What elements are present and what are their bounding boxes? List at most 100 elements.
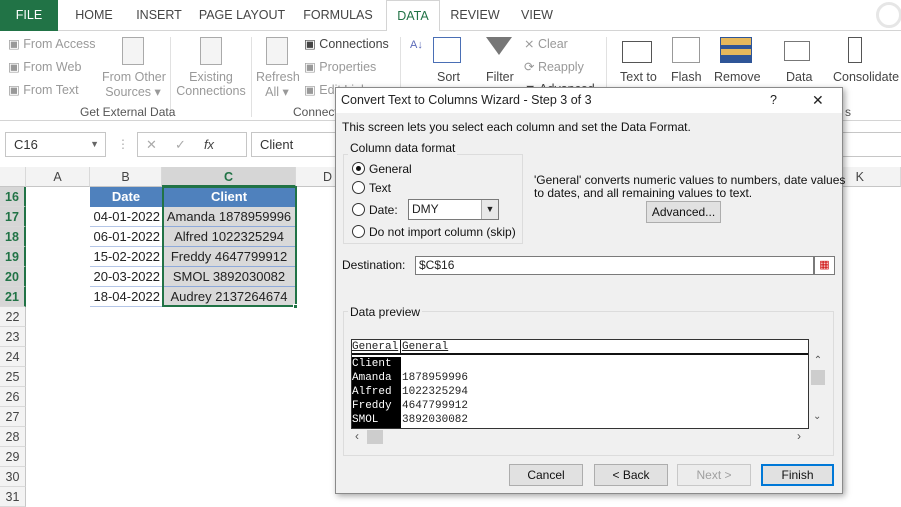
preview-vertical-scrollbar[interactable]: ⌃ ⌄: [809, 355, 827, 429]
preview-horizontal-scrollbar[interactable]: ‹ ›: [351, 429, 809, 445]
account-icon[interactable]: [876, 2, 901, 28]
column-header-a[interactable]: A: [26, 167, 90, 187]
tab-home[interactable]: HOME: [64, 0, 124, 31]
row-header[interactable]: 16: [0, 187, 26, 207]
column-header-b[interactable]: B: [90, 167, 162, 187]
destination-input[interactable]: $C$16: [415, 256, 814, 275]
date-cell[interactable]: 15-02-2022: [90, 247, 162, 267]
refresh-all-button[interactable]: Refresh All ▾: [256, 70, 300, 99]
row-header[interactable]: 20: [0, 267, 26, 287]
radio-text[interactable]: [352, 181, 365, 194]
sort-button[interactable]: Sort: [437, 70, 460, 84]
row-header[interactable]: 25: [0, 367, 26, 387]
preview-cell: Amanda: [352, 372, 392, 384]
preview-column-2[interactable]: 1878959996 1022325294 4647799912 3892030082: [402, 357, 802, 428]
chevron-down-icon[interactable]: ▼: [481, 200, 498, 219]
row-header[interactable]: 30: [0, 467, 26, 487]
scroll-up-icon[interactable]: ⌃: [809, 355, 827, 366]
preview-column-1[interactable]: Client Amanda Alfred Freddy SMOL: [352, 357, 401, 428]
tab-view[interactable]: VIEW: [510, 0, 564, 31]
cancel-icon[interactable]: ✕: [146, 137, 157, 152]
label: Connections: [319, 37, 389, 51]
advanced-button[interactable]: Advanced...: [646, 201, 721, 223]
date-cell[interactable]: 06-01-2022: [90, 227, 162, 247]
existing-connections-button[interactable]: Existing Connections: [176, 70, 246, 98]
label-general[interactable]: General: [369, 162, 412, 176]
preview-col-header-2[interactable]: General: [402, 340, 448, 354]
fx-icon[interactable]: fx: [204, 137, 214, 152]
row-header[interactable]: 23: [0, 327, 26, 347]
from-text-button[interactable]: ▣ From Text: [8, 82, 79, 97]
connections-button[interactable]: ▣ Connections: [304, 36, 389, 51]
row-header[interactable]: 19: [0, 247, 26, 267]
label-text[interactable]: Text: [369, 181, 391, 195]
row-header[interactable]: 22: [0, 307, 26, 327]
chevron-down-icon[interactable]: ▼: [90, 133, 99, 156]
data-validation-button[interactable]: Data: [786, 70, 812, 84]
select-all-corner[interactable]: [0, 167, 26, 187]
vertical-scroll-thumb[interactable]: [811, 370, 825, 385]
radio-skip[interactable]: [352, 225, 365, 238]
tab-file[interactable]: FILE: [0, 0, 58, 31]
cancel-button[interactable]: Cancel: [509, 464, 583, 486]
preview-cell: SMOL: [352, 414, 379, 426]
filter-button[interactable]: Filter: [486, 70, 514, 84]
row-header[interactable]: 21: [0, 287, 26, 307]
group-label-data-tools: s: [845, 105, 851, 119]
header-date[interactable]: Date: [90, 187, 162, 207]
from-web-button[interactable]: ▣ From Web: [8, 59, 81, 74]
row-header[interactable]: 24: [0, 347, 26, 367]
sort-az-icon[interactable]: A↓: [410, 39, 423, 51]
fill-handle[interactable]: [293, 304, 298, 309]
label-date[interactable]: Date:: [369, 203, 398, 217]
flash-fill-button[interactable]: Flash: [671, 70, 702, 84]
row-header[interactable]: 17: [0, 207, 26, 227]
group-label-connections: Connect: [293, 105, 338, 119]
from-access-button[interactable]: ▣ From Access: [8, 36, 96, 51]
close-icon[interactable]: ✕: [812, 88, 824, 112]
tab-page-layout[interactable]: PAGE LAYOUT: [194, 0, 290, 31]
row-header[interactable]: 31: [0, 487, 26, 507]
tab-formulas[interactable]: FORMULAS: [296, 0, 380, 31]
reapply-button[interactable]: ⟳ Reapply: [524, 59, 584, 74]
name-box[interactable]: C16 ▼: [5, 132, 106, 157]
tab-insert[interactable]: INSERT: [130, 0, 188, 31]
help-icon[interactable]: ?: [770, 88, 777, 112]
radio-date[interactable]: [352, 203, 365, 216]
scroll-down-icon[interactable]: ⌄: [813, 411, 821, 422]
from-other-sources-button[interactable]: From Other Sources ▾: [102, 70, 166, 99]
clear-button[interactable]: ⨯ Clear: [524, 36, 568, 51]
row-header[interactable]: 27: [0, 407, 26, 427]
scroll-right-icon[interactable]: ›: [797, 429, 801, 443]
row-header[interactable]: 26: [0, 387, 26, 407]
row-header[interactable]: 29: [0, 447, 26, 467]
destination-label: Destination:: [342, 258, 406, 272]
label-skip[interactable]: Do not import column (skip): [369, 225, 516, 239]
tab-review[interactable]: REVIEW: [446, 0, 504, 31]
tab-data[interactable]: DATA: [386, 0, 440, 32]
properties-button[interactable]: ▣ Properties: [304, 59, 376, 74]
enter-icon[interactable]: ✓: [175, 137, 186, 152]
scroll-left-icon[interactable]: ‹: [355, 429, 359, 443]
date-cell[interactable]: 18-04-2022: [90, 287, 162, 307]
consolidate-button[interactable]: Consolidate: [833, 70, 899, 84]
row-header[interactable]: 18: [0, 227, 26, 247]
collapse-dialog-icon[interactable]: ▦: [814, 256, 835, 275]
horizontal-scroll-thumb[interactable]: [367, 430, 383, 444]
label: Refresh: [256, 70, 300, 84]
date-cell[interactable]: 04-01-2022: [90, 207, 162, 227]
preview-cell: 4647799912: [402, 400, 469, 412]
text-to-columns-button[interactable]: Text to: [620, 70, 657, 84]
preview-col-header-1[interactable]: General: [352, 340, 401, 354]
remove-duplicates-icon: [720, 37, 752, 63]
back-button[interactable]: < Back: [594, 464, 668, 486]
finish-button[interactable]: Finish: [761, 464, 834, 486]
date-cell[interactable]: 20-03-2022: [90, 267, 162, 287]
next-button[interactable]: Next >: [677, 464, 751, 486]
date-format-select[interactable]: DMY ▼: [408, 199, 499, 220]
remove-duplicates-button[interactable]: Remove: [714, 70, 761, 84]
row-header[interactable]: 28: [0, 427, 26, 447]
column-header-c[interactable]: C: [162, 167, 296, 187]
label: Properties: [319, 60, 377, 74]
radio-general[interactable]: [352, 162, 365, 175]
